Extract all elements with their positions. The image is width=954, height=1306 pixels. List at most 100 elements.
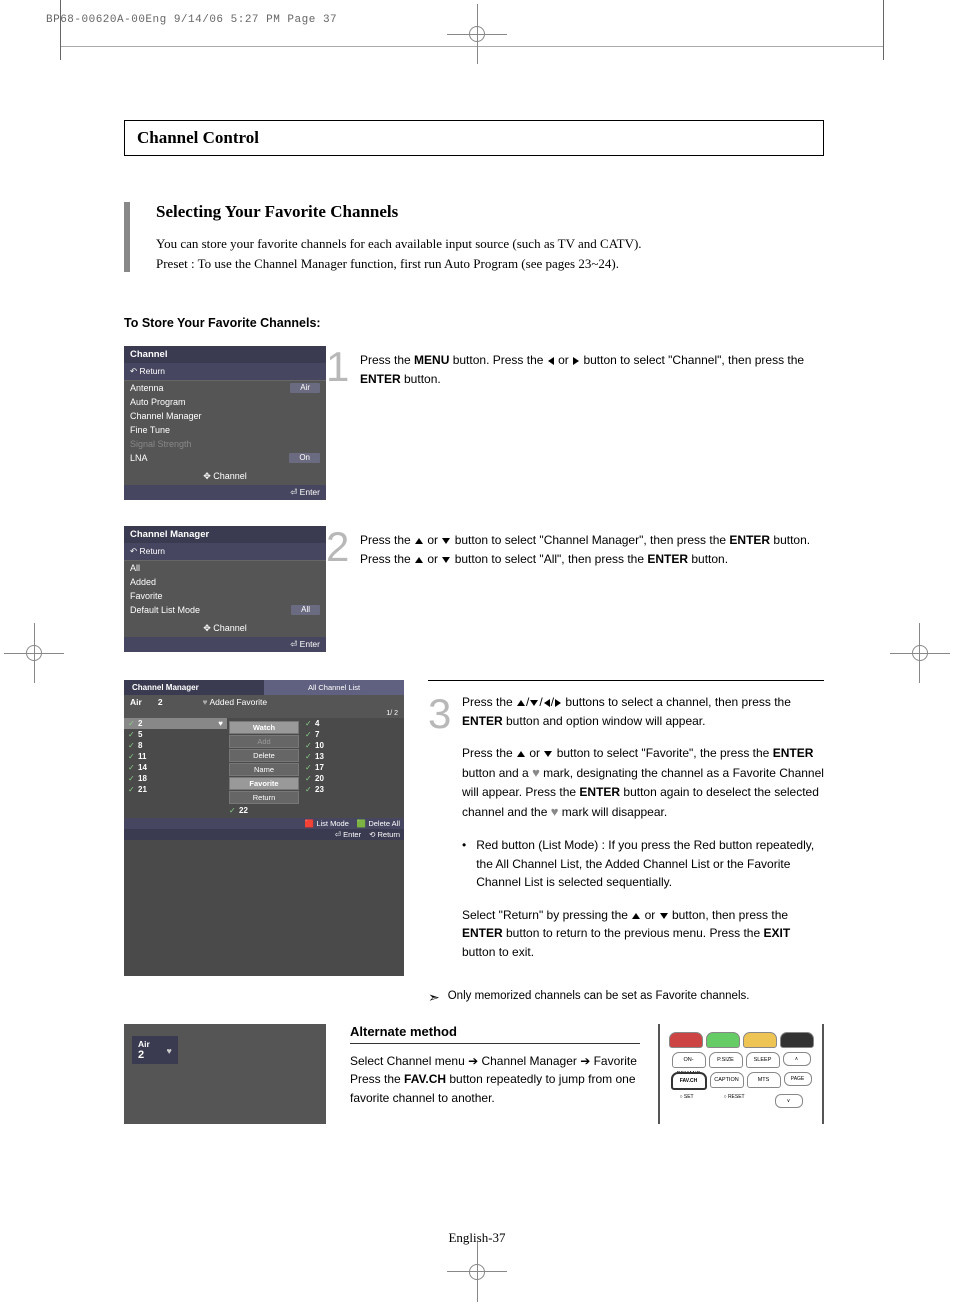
osd3-list-mode: List Mode xyxy=(305,819,349,828)
remote-page-label: PAGE xyxy=(784,1072,812,1086)
osd-row-label: LNA xyxy=(130,453,148,463)
note-icon: ➣ xyxy=(428,990,440,1004)
remote-btn: MTS xyxy=(747,1072,781,1088)
remote-diagram: ON-DEMAND P.SIZE SLEEP ∧ FAV.CH CAPTION … xyxy=(658,1024,824,1124)
remote-page-up: ∧ xyxy=(783,1052,811,1066)
section-intro-1: You can store your favorite channels for… xyxy=(156,234,824,254)
crop-mark xyxy=(912,645,928,661)
osd3-channel-num: 2 xyxy=(158,697,163,707)
up-icon xyxy=(632,913,640,919)
osd-channel-manager: Channel Manager Return All Added Favorit… xyxy=(124,526,326,652)
remote-btn: SLEEP xyxy=(746,1052,780,1068)
osd3-opt-favorite: Favorite xyxy=(229,777,299,790)
crop-corner xyxy=(883,0,884,60)
note: ➣ Only memorized channels can be set as … xyxy=(428,990,824,1004)
page-footer: English-37 xyxy=(448,1230,505,1246)
step-1-text: Press the MENU button. Press the or butt… xyxy=(360,346,824,510)
step-number-3: 3 xyxy=(428,693,462,975)
osd-row-label: Fine Tune xyxy=(130,425,170,435)
osd3-opt-watch: Watch xyxy=(229,721,299,734)
crop-mark xyxy=(26,645,42,661)
right-icon xyxy=(573,357,579,365)
osd-row-label: Signal Strength xyxy=(130,439,192,449)
osd-return: Return xyxy=(124,543,326,561)
osd-title: Channel Manager xyxy=(124,526,326,543)
remote-set-label: ○ SET xyxy=(679,1094,693,1108)
remote-btn: P.SIZE xyxy=(709,1052,743,1068)
remote-favch-button: FAV.CH xyxy=(671,1072,707,1090)
osd-title: Channel xyxy=(124,346,326,363)
osd-row-label: All xyxy=(130,563,140,573)
print-header: BP68-00620A-00Eng 9/14/06 5:27 PM Page 3… xyxy=(46,14,337,26)
osd-row-label: Channel Manager xyxy=(130,411,202,421)
remote-yellow-button xyxy=(743,1032,777,1048)
up-icon xyxy=(517,751,525,757)
right-icon xyxy=(555,699,561,707)
remote-reset-label: ○ RESET xyxy=(724,1094,745,1108)
remote-green-button xyxy=(706,1032,740,1048)
crop-mark xyxy=(469,26,485,42)
alt-osd-channel: 2 xyxy=(138,1049,150,1061)
osd-row-label: Default List Mode xyxy=(130,605,200,615)
down-icon xyxy=(442,538,450,544)
remote-btn: CAPTION xyxy=(710,1072,744,1088)
osd3-delete-all: Delete All xyxy=(357,819,400,828)
osd-row-label: Favorite xyxy=(130,591,163,601)
down-icon xyxy=(660,913,668,919)
osd3-source: Air xyxy=(130,697,142,707)
osd3-page: 1/ 2 xyxy=(124,709,404,718)
osd-row-value: On xyxy=(289,453,320,463)
up-icon xyxy=(517,700,525,706)
osd3-opt-name: Name xyxy=(229,763,299,776)
osd-row-label: Antenna xyxy=(130,383,164,393)
osd-all-channel-list: Channel Manager All Channel List Air 2 A… xyxy=(124,680,404,975)
osd-row-value: All xyxy=(291,605,320,615)
remote-red-button xyxy=(669,1032,703,1048)
down-icon xyxy=(530,700,538,706)
crop-mark xyxy=(469,1264,485,1280)
osd-footer-enter: Enter xyxy=(124,485,326,500)
alt-osd-source: Air xyxy=(138,1039,150,1049)
sub-heading: To Store Your Favorite Channels: xyxy=(124,316,824,330)
step-number-1: 1 xyxy=(326,346,360,510)
osd3-left-column: ✓2♥ ✓5 ✓8 ✓11 ✓14 ✓18 ✓21 xyxy=(124,718,227,818)
title-box: Channel Control xyxy=(124,120,824,156)
osd3-return: ⟲ Return xyxy=(369,830,400,839)
remote-black-button xyxy=(780,1032,814,1048)
osd-footer-move: Channel xyxy=(124,617,326,637)
osd-row-label: Auto Program xyxy=(130,397,186,407)
osd-return: Return xyxy=(124,363,326,381)
left-icon xyxy=(548,357,554,365)
osd-row-value: Air xyxy=(290,383,320,393)
osd3-enter: ⏎ Enter xyxy=(335,830,361,839)
alt-line-2: Press the FAV.CH button repeatedly to ju… xyxy=(350,1070,640,1107)
osd3-opt-return: Return xyxy=(229,791,299,804)
alt-heading: Alternate method xyxy=(350,1024,640,1044)
alt-line-1: Select Channel menu ➔ Channel Manager ➔ … xyxy=(350,1052,640,1071)
step-number-2: 2 xyxy=(326,526,360,662)
down-icon xyxy=(544,751,552,757)
section-title: Selecting Your Favorite Channels xyxy=(156,202,824,222)
down-icon xyxy=(442,557,450,563)
step-2-text: Press the or button to select "Channel M… xyxy=(360,526,824,662)
section-intro-2: Preset : To use the Channel Manager func… xyxy=(156,254,824,274)
crop-corner xyxy=(60,0,61,60)
osd3-right-column: ✓4 ✓7 ✓10 ✓13 ✓17 ✓20 ✓23 xyxy=(301,718,404,818)
up-icon xyxy=(415,538,423,544)
osd3-legend: Added Favorite xyxy=(203,697,398,707)
left-icon xyxy=(544,699,550,707)
alt-osd: Air 2 ♥ xyxy=(124,1024,326,1124)
heart-icon: ♥ xyxy=(166,1046,171,1056)
osd3-opt-add: Add xyxy=(229,735,299,748)
remote-page-down: ∨ xyxy=(775,1094,803,1108)
osd-channel: Channel Return Antenna Air Auto Program C… xyxy=(124,346,326,500)
crop-line-top xyxy=(60,46,884,47)
osd3-title: Channel Manager xyxy=(124,680,264,695)
osd-footer-enter: Enter xyxy=(124,637,326,652)
step-3-text: Press the /// buttons to select a channe… xyxy=(462,693,824,975)
accent-bar xyxy=(124,202,130,272)
osd-row-label: Added xyxy=(130,577,156,587)
remote-btn: ON-DEMAND xyxy=(672,1052,706,1068)
osd-footer-move: Channel xyxy=(124,465,326,485)
up-icon xyxy=(415,557,423,563)
